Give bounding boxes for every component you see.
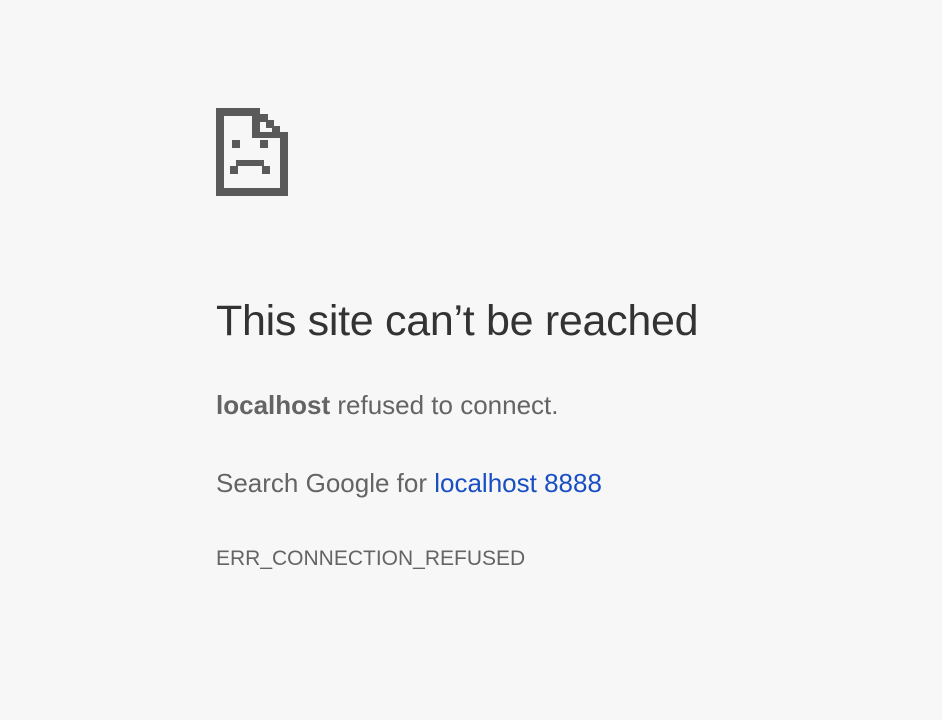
error-detail: localhost refused to connect. [216, 389, 559, 421]
refused-text: refused to connect. [330, 390, 559, 420]
search-google-link[interactable]: localhost 8888 [434, 468, 602, 498]
error-title: This site can’t be reached [216, 297, 699, 345]
main-message: This site can’t be reached [216, 294, 916, 348]
error-code: ERR_CONNECTION_REFUSED [216, 547, 526, 570]
error-page: This site can’t be reached localhost ref… [0, 0, 942, 720]
sad-page-icon [216, 108, 288, 196]
search-prefix: Search Google for [216, 468, 435, 498]
error-host: localhost [216, 390, 331, 420]
search-suggestion: Search Google for localhost 8888 [216, 467, 602, 499]
